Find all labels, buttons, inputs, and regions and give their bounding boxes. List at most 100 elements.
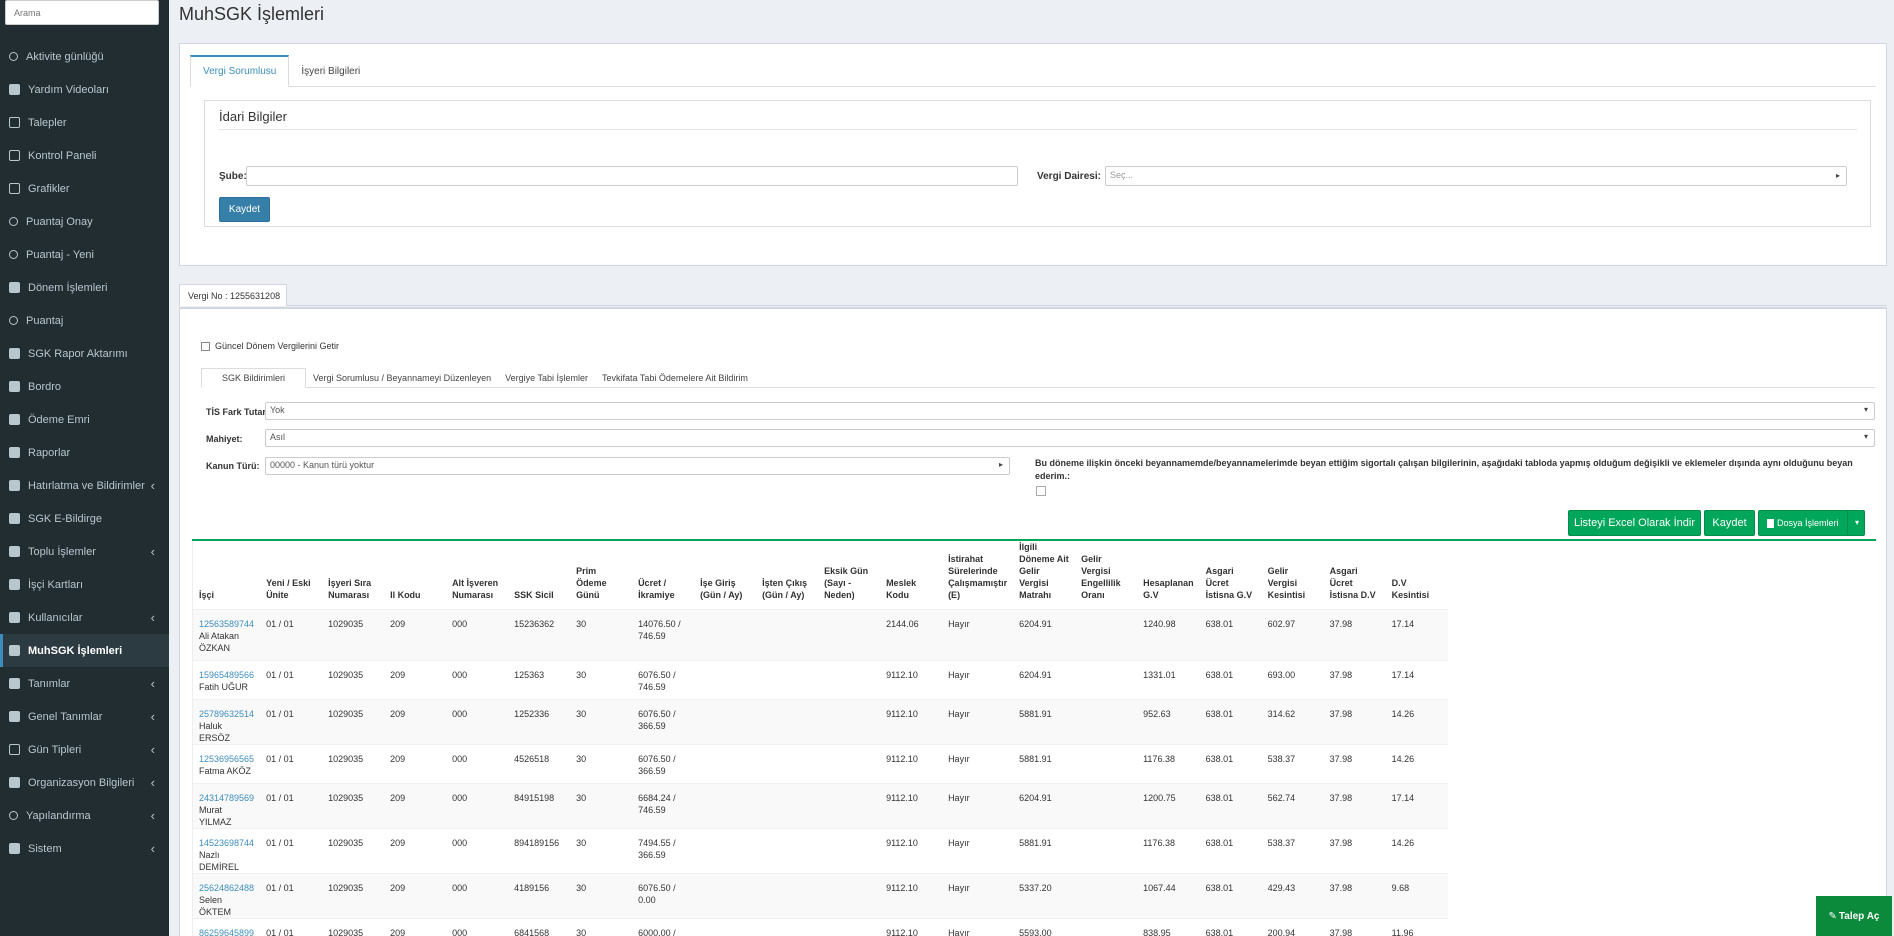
table-body: 12563589744 Ali Atakan ÖZKAN 01 / 01 102903… [193, 609, 1448, 936]
table-row: 86259645899Zafer TUNÇER01 / 011029035209… [193, 918, 1448, 936]
subtab-tevkifata-tabi[interactable]: Tevkifata Tabi Ödemelere Ait Bildirim [595, 368, 755, 388]
column-header: Prim Ödeme Günü [576, 566, 607, 600]
sidebar-item[interactable]: Talepler [0, 106, 169, 139]
table-cell [694, 873, 757, 919]
tis-select[interactable]: Yok ▾ [265, 402, 1875, 420]
sidebar-item-label: Aktivite günlüğü [26, 50, 104, 63]
sidebar-item[interactable]: Aktivite günlüğü [0, 40, 169, 73]
subtab-sgk-bildirimleri[interactable]: SGK Bildirimleri [201, 368, 307, 388]
employee-tc-link[interactable]: 12536956565 [199, 753, 254, 765]
employee-name: Fatih UĞUR [199, 682, 249, 692]
employee-tc-link[interactable]: 15965489566 [199, 669, 254, 681]
chevron-down-icon: ▾ [1863, 432, 1868, 441]
table-cell [818, 744, 881, 784]
sidebar-item-label: Grafikler [28, 182, 70, 195]
sidebar-item[interactable]: Raporlar [0, 436, 169, 469]
employee-tc-link[interactable]: 14523698744 [199, 837, 254, 849]
sidebar-item[interactable]: Gün Tipleri ‹ [0, 733, 169, 766]
sidebar-item[interactable]: Bordro [0, 370, 169, 403]
chevron-right-icon: ▸ [998, 460, 1003, 469]
sidebar-item-label: Yapılandırma [26, 809, 91, 822]
sidebar-item[interactable]: Sistem ‹ [0, 832, 169, 865]
sidebar-item[interactable]: İşçi Kartları [0, 568, 169, 601]
table-row: 25624862488 Selen ÖKTEM 01 / 01 1029035 209 0… [193, 873, 1448, 919]
mahiyet-select[interactable]: Asıl ▾ [265, 429, 1875, 447]
table-cell: 30 [570, 699, 633, 745]
search-input[interactable] [5, 0, 159, 25]
sidebar-item[interactable]: SGK E-Bildirge [0, 502, 169, 535]
subtab-vergiye-tabi[interactable]: Vergiye Tabi İşlemler [498, 368, 595, 388]
sidebar-item[interactable]: MuhSGK İşlemleri [0, 634, 169, 667]
sidebar: Aktivite günlüğü Yardım Videoları Talepler… [0, 0, 169, 936]
guncel-checkbox[interactable] [201, 342, 210, 351]
vergi-dairesi-select[interactable]: Seç... ▸ [1105, 166, 1847, 186]
sidebar-item[interactable]: Puantaj Onay [0, 205, 169, 238]
table-row: 14523698744 Nazlı DEMİREL 01 / 01 1029035 20… [193, 828, 1448, 874]
dosya-islemleri-button[interactable]: Dosya İşlemleri ▾ [1758, 510, 1865, 536]
table-cell [818, 609, 881, 661]
employee-name: Murat YILMAZ [199, 805, 232, 827]
sidebar-item[interactable]: SGK Rapor Aktarımı [0, 337, 169, 370]
employee-name: Selen ÖKTEM [199, 895, 232, 917]
sidebar-item-label: Kontrol Paneli [28, 149, 97, 162]
table-cell: Hayır [942, 699, 1014, 745]
talep-ac-label: Talep Aç [1838, 910, 1880, 922]
vergi-no-tab[interactable]: Vergi No : 1255631208 [179, 284, 287, 306]
sidebar-item[interactable]: Tanımlar ‹ [0, 667, 169, 700]
chevron-left-icon: ‹ [150, 544, 155, 559]
sidebar-item[interactable]: Puantaj - Yeni [0, 238, 169, 271]
vergi-no-label: Vergi No : 1255631208 [188, 290, 281, 301]
table-cell: 37.98 [1323, 873, 1386, 919]
sidebar-item[interactable]: Puantaj [0, 304, 169, 337]
subtab-vergi-sorumlusu[interactable]: Vergi Sorumlusu / Beyannameyi Düzenleyen [306, 368, 498, 388]
detail-save-button[interactable]: Kaydet [1704, 510, 1755, 536]
doc-icon [9, 381, 20, 392]
sidebar-item[interactable]: Kontrol Paneli [0, 139, 169, 172]
sidebar-item[interactable]: Yapılandırma ‹ [0, 799, 169, 832]
map-icon [9, 645, 20, 656]
sidebar-item[interactable]: Yardım Videoları [0, 73, 169, 106]
sidebar-item[interactable]: Dönem İşlemleri [0, 271, 169, 304]
sidebar-item[interactable]: Organizasyon Bilgileri ‹ [0, 766, 169, 799]
table-cell [694, 744, 757, 784]
save-button[interactable]: Kaydet [219, 197, 270, 222]
chevron-down-icon[interactable]: ▾ [1855, 518, 1859, 527]
table-cell: 9112.10 [880, 873, 943, 919]
employee-tc-link[interactable]: 24314789569 [199, 792, 254, 804]
table-cell [694, 660, 757, 700]
table-cell: Hayır [942, 609, 1014, 661]
column-header: Alt İşveren Numarası [452, 578, 499, 600]
employee-tc-link[interactable]: 12563589744 [199, 618, 254, 630]
table-cell [1075, 873, 1138, 919]
excel-download-button[interactable]: Listeyi Excel Olarak İndir [1568, 510, 1701, 536]
table-cell: 1331.01 [1137, 660, 1200, 700]
employee-name: Haluk ERSÖZ [199, 721, 231, 743]
table-cell-employee: 25624862488 Selen ÖKTEM [193, 873, 261, 919]
sidebar-item[interactable]: Hatırlatma ve Bildirimler ‹ [0, 469, 169, 502]
sidebar-item[interactable]: Ödeme Emri [0, 403, 169, 436]
kanun-select[interactable]: 00000 - Kanun türü yoktur ▸ [265, 457, 1010, 475]
sidebar-item-label: Bordro [28, 380, 62, 393]
table-cell: 14.26 [1385, 828, 1448, 874]
sidebar-item-label: MuhSGK İşlemleri [28, 644, 123, 657]
sidebar-item[interactable]: Grafikler [0, 172, 169, 205]
sidebar-item[interactable]: Genel Tanımlar ‹ [0, 700, 169, 733]
table-cell: 1029035 [322, 918, 385, 936]
declaration-checkbox[interactable] [1036, 486, 1046, 496]
tab-isyeri-bilgileri[interactable]: İşyeri Bilgileri [289, 55, 372, 87]
table-cell: 37.98 [1323, 609, 1386, 661]
sidebar-item[interactable]: Kullanıcılar ‹ [0, 601, 169, 634]
employee-tc-link[interactable]: 86259645899 [199, 927, 254, 936]
table-cell: 638.01 [1199, 744, 1262, 784]
table-row: 15965489566 Fatih UĞUR 01 / 01 1029035 209 00… [193, 660, 1448, 700]
talep-ac-button[interactable]: ✎ Talep Aç [1816, 896, 1892, 936]
table-cell: 1240.98 [1137, 609, 1200, 661]
tab-vergi-sorumlusu[interactable]: Vergi Sorumlusu [190, 55, 290, 87]
table-cell: 538.37 [1261, 744, 1324, 784]
sube-field[interactable] [246, 166, 1018, 186]
fieldset-divider [219, 129, 1857, 130]
employee-tc-link[interactable]: 25624862488 [199, 882, 254, 894]
table-cell [756, 660, 819, 700]
employee-tc-link[interactable]: 25789632514 [199, 708, 254, 720]
sidebar-item[interactable]: Toplu İşlemler ‹ [0, 535, 169, 568]
